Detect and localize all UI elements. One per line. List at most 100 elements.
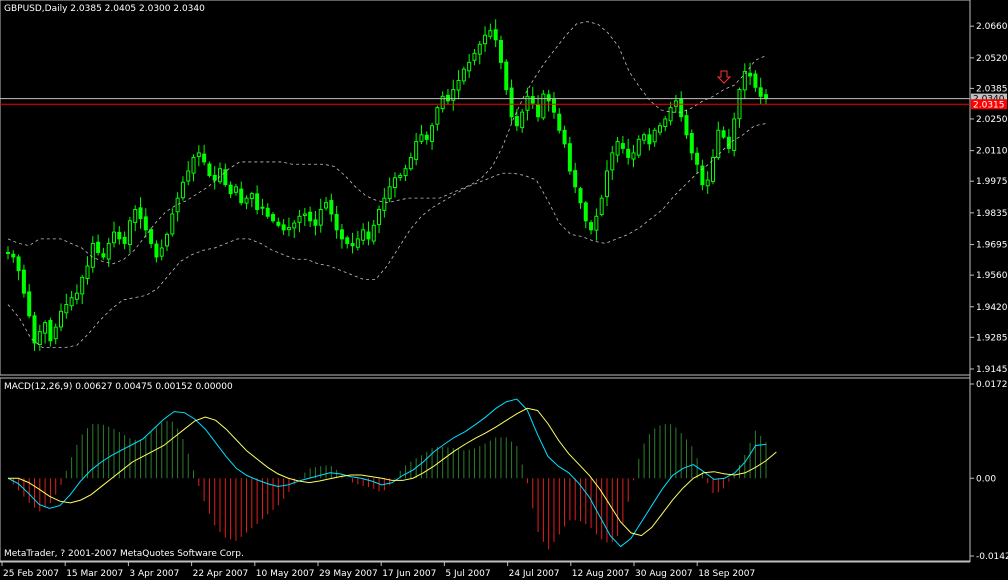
candle[interactable] [578, 186, 583, 209]
candle[interactable] [726, 128, 731, 154]
candle[interactable] [186, 161, 191, 186]
candle[interactable] [742, 63, 747, 99]
candle[interactable] [196, 145, 201, 167]
candle[interactable] [302, 208, 307, 227]
candle[interactable] [377, 205, 382, 234]
candle[interactable] [96, 234, 101, 256]
candle[interactable] [626, 138, 631, 165]
candle[interactable] [493, 19, 498, 48]
candle[interactable] [541, 90, 546, 121]
candle[interactable] [382, 188, 387, 218]
candle[interactable] [456, 70, 461, 100]
candle[interactable] [403, 164, 408, 182]
candle[interactable] [657, 122, 662, 136]
candle[interactable] [64, 293, 69, 319]
candle[interactable] [233, 183, 238, 196]
candle[interactable] [16, 254, 21, 281]
candle[interactable] [419, 124, 424, 145]
candle[interactable] [11, 250, 16, 263]
candle[interactable] [149, 227, 154, 249]
candle[interactable] [334, 205, 339, 239]
candle[interactable] [530, 86, 535, 109]
candle[interactable] [700, 159, 705, 191]
candle[interactable] [498, 35, 503, 70]
candle[interactable] [223, 163, 228, 187]
candle[interactable] [716, 121, 721, 161]
candle[interactable] [631, 144, 636, 168]
candle[interactable] [191, 154, 196, 182]
candle[interactable] [175, 192, 180, 222]
candle[interactable] [127, 216, 132, 254]
candle[interactable] [53, 323, 58, 345]
candle[interactable] [758, 77, 763, 105]
candle[interactable] [398, 172, 403, 181]
candle[interactable] [37, 324, 42, 351]
candle[interactable] [594, 208, 599, 241]
candle[interactable] [207, 161, 212, 178]
candle[interactable] [170, 208, 175, 237]
candle[interactable] [732, 112, 737, 157]
candle[interactable] [599, 194, 604, 217]
candle[interactable] [371, 219, 376, 245]
candle[interactable] [329, 193, 334, 222]
candle[interactable] [324, 196, 329, 211]
candle[interactable] [281, 219, 286, 236]
candle[interactable] [636, 135, 641, 159]
candle[interactable] [313, 210, 318, 236]
macd-pane[interactable] [7, 398, 777, 550]
candle[interactable] [361, 223, 366, 245]
candle[interactable] [551, 92, 556, 119]
candle[interactable] [355, 230, 360, 251]
candle[interactable] [573, 162, 578, 194]
candle[interactable] [647, 128, 652, 151]
candle[interactable] [451, 79, 456, 111]
candle[interactable] [695, 147, 700, 174]
candle[interactable] [642, 132, 647, 145]
candle[interactable] [721, 126, 726, 139]
candle[interactable] [408, 152, 413, 171]
candle[interactable] [85, 256, 90, 285]
candle[interactable] [48, 317, 53, 347]
candle[interactable] [748, 62, 753, 86]
candle[interactable] [467, 54, 472, 78]
candle[interactable] [562, 125, 567, 148]
candle[interactable] [292, 220, 297, 238]
candle[interactable] [249, 191, 254, 208]
candle[interactable] [112, 221, 117, 248]
candle[interactable] [620, 136, 625, 154]
candle[interactable] [339, 223, 344, 249]
candle[interactable] [90, 236, 95, 273]
candle[interactable] [122, 231, 127, 250]
candle[interactable] [117, 226, 122, 245]
candle[interactable] [244, 195, 249, 210]
candle[interactable] [472, 49, 477, 66]
candle[interactable] [504, 59, 509, 95]
candle[interactable] [414, 133, 419, 166]
candle[interactable] [652, 127, 657, 147]
candle[interactable] [509, 79, 514, 124]
candle[interactable] [80, 274, 85, 305]
candle[interactable] [286, 217, 291, 237]
candle[interactable] [546, 89, 551, 112]
candle[interactable] [520, 109, 525, 133]
candle[interactable] [212, 166, 217, 190]
candle[interactable] [440, 91, 445, 113]
candle[interactable] [32, 311, 37, 351]
candle[interactable] [424, 131, 429, 145]
candle[interactable] [583, 201, 588, 229]
candle[interactable] [366, 221, 371, 246]
candle[interactable] [435, 105, 440, 131]
candle[interactable] [737, 87, 742, 128]
main-pane[interactable] [0, 19, 970, 351]
candle[interactable] [604, 160, 609, 207]
candle[interactable] [159, 239, 164, 261]
candle[interactable] [218, 162, 223, 184]
candle[interactable] [228, 181, 233, 199]
candle[interactable] [679, 91, 684, 122]
candle[interactable] [689, 129, 694, 161]
candle[interactable] [308, 206, 313, 228]
candle[interactable] [239, 181, 244, 206]
candle[interactable] [69, 290, 74, 311]
candle[interactable] [276, 217, 281, 228]
candle[interactable] [663, 116, 668, 132]
